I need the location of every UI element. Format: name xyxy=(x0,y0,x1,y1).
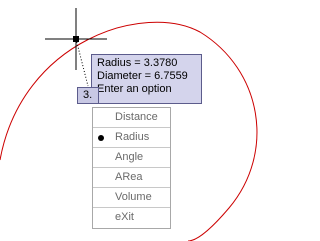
menu-item-label: Angle xyxy=(115,151,144,163)
menu-item-angle[interactable]: Angle xyxy=(93,148,170,168)
menu-item-label: ARea xyxy=(115,171,143,183)
option-prompt: Enter an option xyxy=(97,83,172,95)
dynamic-input-tooltip: Radius = 3.3780 Diameter = 6.7559 Enter … xyxy=(91,54,202,104)
menu-item-label: eXit xyxy=(115,211,134,223)
menu-item-area[interactable]: ARea xyxy=(93,168,170,188)
menu-item-distance[interactable]: Distance xyxy=(93,108,170,128)
menu-item-label: Radius xyxy=(115,131,150,143)
radius-readout: Radius = 3.3780 xyxy=(97,57,178,69)
menu-item-label: Distance xyxy=(115,111,158,123)
menu-item-exit[interactable]: eXit xyxy=(93,208,170,228)
menu-item-label: Volume xyxy=(115,191,152,203)
diameter-readout: Diameter = 6.7559 xyxy=(97,70,188,82)
rubber-band-line xyxy=(75,38,89,87)
menu-item-volume[interactable]: Volume xyxy=(93,188,170,208)
options-menu: Distance Radius Angle ARea Volume eXit xyxy=(92,107,171,229)
selected-bullet-icon xyxy=(98,135,104,141)
dynamic-value-input[interactable]: 3. xyxy=(77,87,99,104)
menu-item-radius[interactable]: Radius xyxy=(93,128,170,148)
